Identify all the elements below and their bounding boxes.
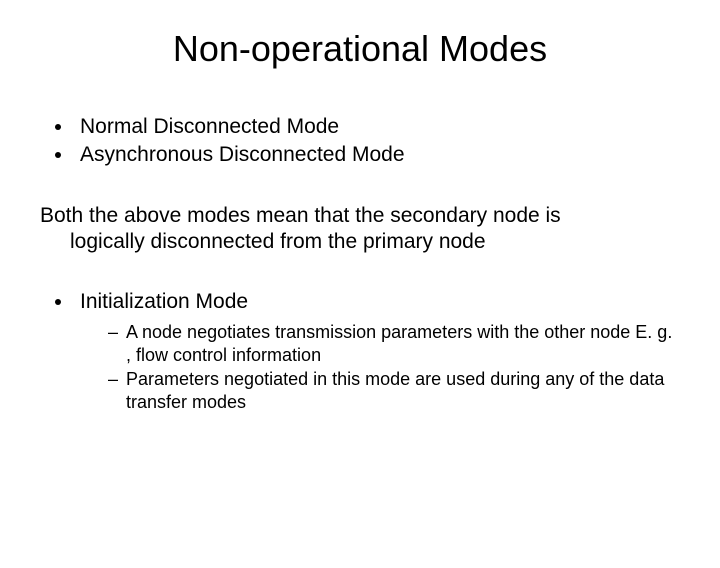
list-item: Initialization Mode A node negotiates tr… (74, 289, 680, 413)
slide-body: Normal Disconnected Mode Asynchronous Di… (40, 114, 680, 413)
paragraph-line: logically disconnected from the primary … (40, 229, 680, 255)
list-item: A node negotiates transmission parameter… (108, 321, 680, 366)
sub-bullet-list: A node negotiates transmission parameter… (80, 321, 680, 413)
bullet-label: Initialization Mode (80, 290, 248, 313)
list-item: Normal Disconnected Mode (74, 114, 680, 140)
slide: Non-operational Modes Normal Disconnecte… (0, 28, 720, 568)
slide-title: Non-operational Modes (40, 28, 680, 70)
paragraph: Both the above modes mean that the secon… (40, 203, 680, 256)
list-item: Asynchronous Disconnected Mode (74, 142, 680, 168)
second-bullet-list: Initialization Mode A node negotiates tr… (40, 289, 680, 413)
top-bullet-list: Normal Disconnected Mode Asynchronous Di… (40, 114, 680, 169)
list-item: Parameters negotiated in this mode are u… (108, 368, 680, 413)
paragraph-line: Both the above modes mean that the secon… (40, 204, 561, 227)
